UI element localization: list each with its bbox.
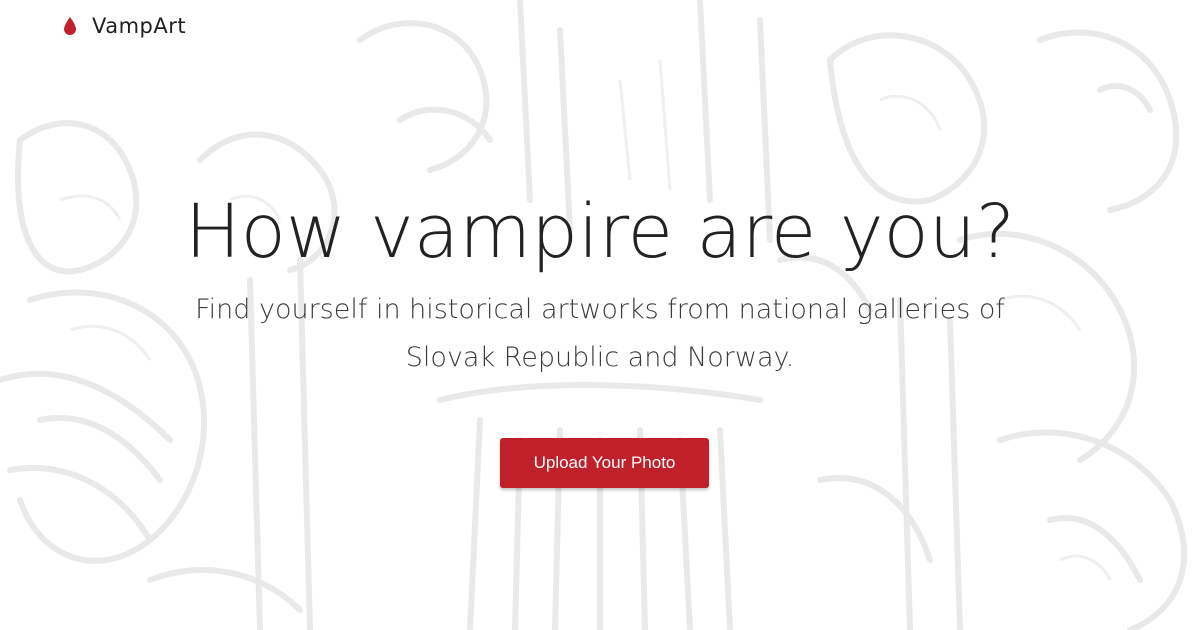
logo-text: VampArt — [92, 14, 187, 38]
hero-title: How vampire are you? — [184, 189, 1015, 275]
blood-drop-icon — [64, 17, 76, 35]
upload-photo-button[interactable]: Upload Your Photo — [500, 438, 709, 488]
site-logo[interactable]: VampArt — [64, 14, 186, 38]
landing-page: VampArt How vampire are you? Find yourse… — [0, 0, 1200, 630]
hero-subtitle: Find yourself in historical artworks fro… — [195, 294, 1005, 373]
hero-section: How vampire are you? Find yourself in hi… — [0, 186, 1200, 382]
